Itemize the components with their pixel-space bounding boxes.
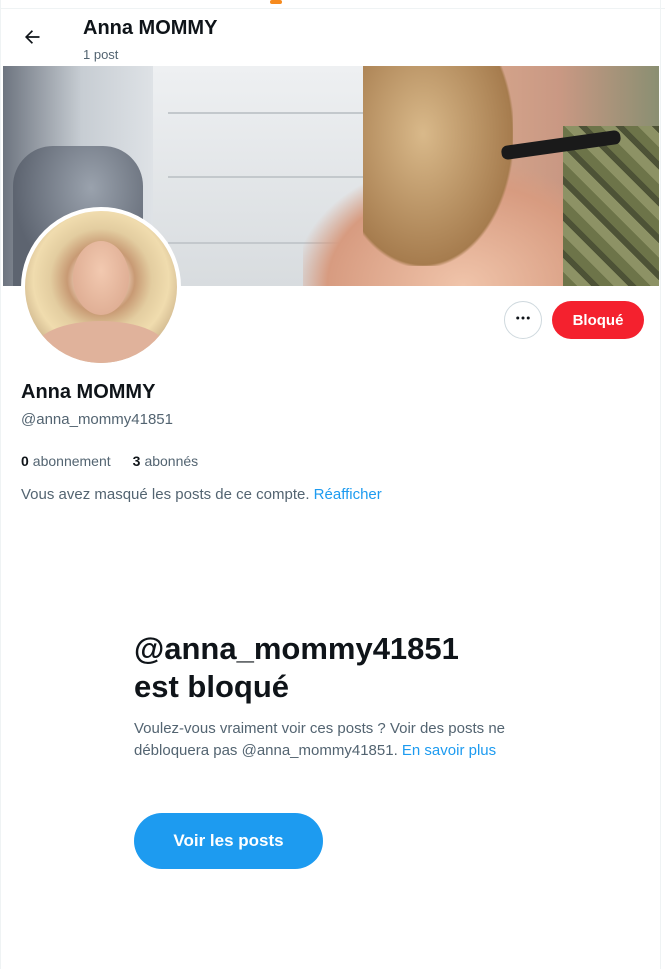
profile-header: Anna MOMMY 1 post bbox=[1, 10, 661, 66]
banner-hair-shape bbox=[363, 66, 513, 266]
view-posts-button[interactable]: Voir les posts bbox=[134, 813, 323, 869]
followers-count: 3 bbox=[132, 453, 141, 469]
followers-label: abonnés bbox=[144, 453, 199, 469]
profile-column: Anna MOMMY 1 post Bloqué Anna MOMMY @ann… bbox=[0, 0, 661, 969]
following-label: abonnement bbox=[32, 453, 111, 469]
header-title: Anna MOMMY bbox=[83, 17, 218, 39]
reshow-link[interactable]: Réafficher bbox=[314, 486, 382, 503]
avatar-face-shape bbox=[73, 241, 129, 315]
back-button[interactable] bbox=[15, 22, 49, 56]
more-horizontal-icon bbox=[514, 309, 532, 332]
profile-name: Anna MOMMY bbox=[21, 381, 156, 403]
profile-handle: @anna_mommy41851 bbox=[21, 411, 173, 428]
avatar-body-shape bbox=[33, 321, 169, 363]
following-count: 0 bbox=[21, 453, 29, 469]
blocked-title: @anna_mommy41851 est bloqué bbox=[134, 630, 554, 706]
blocked-button[interactable]: Bloqué bbox=[552, 301, 644, 339]
banner-drawer-line bbox=[168, 112, 383, 114]
blocked-description: Voulez-vous vraiment voir ces posts ? Vo… bbox=[134, 718, 524, 762]
followers-link[interactable]: 3 abonnés bbox=[133, 453, 199, 469]
hidden-posts-text: Vous avez masqué les posts de ce compte. bbox=[21, 486, 314, 503]
more-options-button[interactable] bbox=[504, 301, 542, 339]
banner-camo-shape bbox=[563, 126, 659, 286]
arrow-left-icon bbox=[22, 27, 42, 52]
blocked-title-status: est bloqué bbox=[134, 669, 290, 704]
header-post-count: 1 post bbox=[83, 47, 119, 62]
profile-avatar[interactable] bbox=[21, 207, 181, 367]
following-link[interactable]: 0 abonnement bbox=[21, 453, 111, 469]
profile-stats: 0 abonnement 3 abonnés bbox=[21, 453, 198, 469]
learn-more-link[interactable]: En savoir plus bbox=[402, 742, 496, 759]
hidden-posts-notice: Vous avez masqué les posts de ce compte.… bbox=[21, 486, 382, 503]
blocked-title-handle: @anna_mommy41851 bbox=[134, 631, 459, 666]
